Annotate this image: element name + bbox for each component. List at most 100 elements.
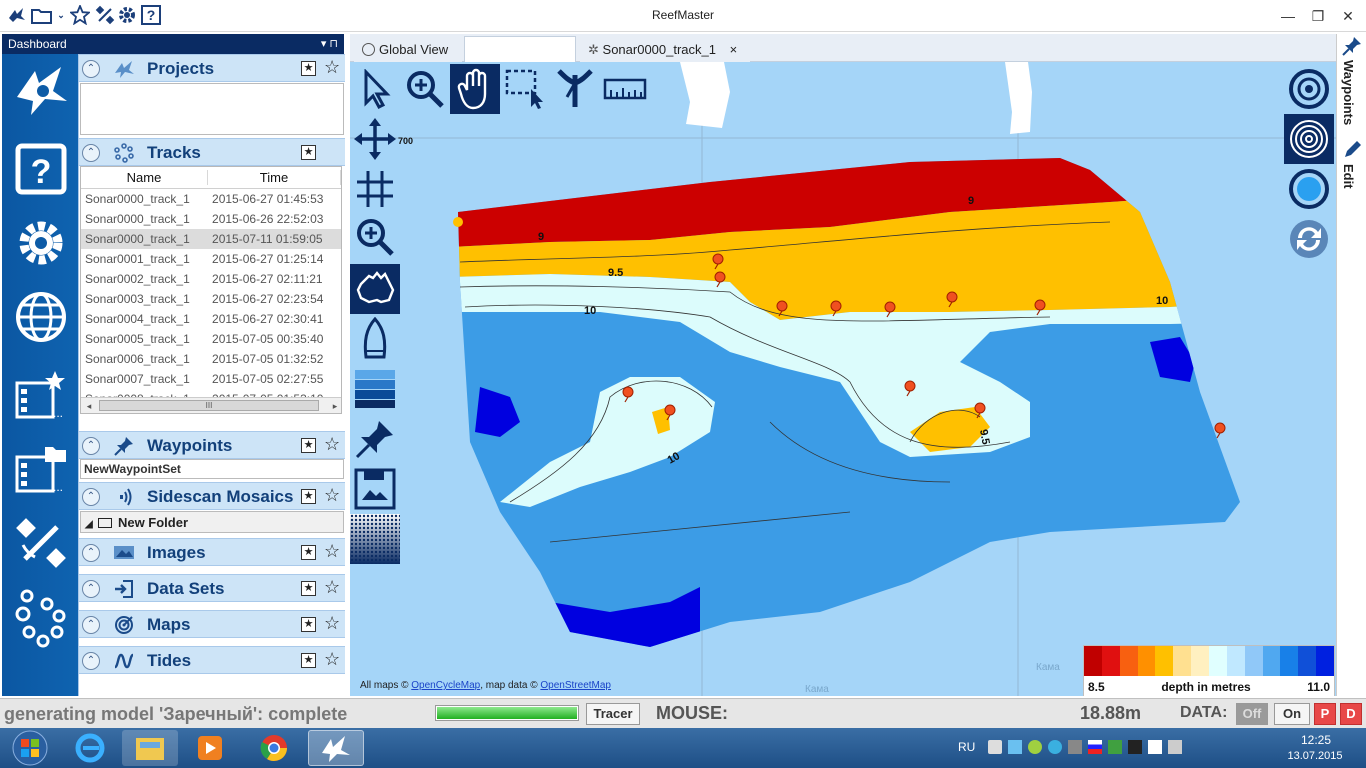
add-waypoint-button[interactable]: ★ bbox=[301, 438, 316, 453]
opencyclemap-link[interactable]: OpenCycleMap bbox=[411, 680, 480, 691]
collapse-button[interactable]: ⌃ bbox=[82, 437, 100, 455]
shading-tool[interactable] bbox=[350, 514, 400, 564]
add-tide-button[interactable]: ★ bbox=[301, 653, 316, 668]
clock-date[interactable]: 13.07.2015 bbox=[1280, 750, 1350, 762]
waypoints-side-tab[interactable]: Waypoints bbox=[1341, 60, 1356, 125]
file-explorer-icon[interactable] bbox=[122, 730, 178, 766]
map-view[interactable]: 9 9 9.5 10 10 10 9.5 700 Кама Кама All m… bbox=[350, 62, 1336, 696]
table-row[interactable]: Sonar0004_track_1 2015-06-27 02:30:41 bbox=[81, 309, 341, 329]
scroll-left-icon[interactable]: ◂ bbox=[81, 398, 97, 413]
horizontal-scrollbar[interactable]: ◂ III ▸ bbox=[81, 397, 341, 413]
maps-panel-header[interactable]: ⌃ Maps ★ ☆ bbox=[79, 610, 345, 638]
datasets-panel-header[interactable]: ⌃ Data Sets ★ ☆ bbox=[79, 574, 345, 602]
tracer-button[interactable]: Tracer bbox=[586, 703, 640, 725]
favorite-star-icon[interactable]: ☆ bbox=[324, 485, 340, 506]
add-dataset-button[interactable]: ★ bbox=[301, 581, 316, 596]
table-row[interactable]: Sonar0001_track_1 2015-06-27 01:25:14 bbox=[81, 249, 341, 269]
language-indicator[interactable]: RU bbox=[958, 740, 975, 754]
satellite-icon[interactable] bbox=[10, 512, 72, 574]
add-sidescan-button[interactable]: ★ bbox=[301, 489, 316, 504]
add-project-button[interactable]: ★ bbox=[301, 61, 316, 76]
reefmaster-taskbar-icon[interactable] bbox=[308, 730, 364, 766]
openstreetmap-link[interactable]: OpenStreetMap bbox=[540, 680, 611, 691]
clock-time[interactable]: 12:25 bbox=[1286, 733, 1346, 747]
collapse-button[interactable]: ⌃ bbox=[82, 544, 100, 562]
table-row[interactable]: Sonar0005_track_1 2015-07-05 00:35:40 bbox=[81, 329, 341, 349]
maximize-button[interactable]: ❐ bbox=[1306, 6, 1330, 26]
scroll-right-icon[interactable]: ▸ bbox=[327, 398, 341, 413]
system-tray-icons[interactable] bbox=[988, 740, 1188, 756]
tab-sonar-track[interactable]: ✲ Sonar0000_track_1 × bbox=[580, 36, 750, 62]
reefmaster-logo-icon[interactable] bbox=[10, 60, 72, 122]
minimize-button[interactable]: — bbox=[1276, 6, 1300, 26]
data-on-button[interactable]: On bbox=[1274, 703, 1310, 725]
media-player-icon[interactable] bbox=[182, 730, 238, 766]
table-row[interactable]: Sonar0000_track_1 2015-06-27 01:45:53 bbox=[81, 189, 341, 209]
favorite-star-icon[interactable]: ☆ bbox=[324, 541, 340, 562]
collapse-button[interactable]: ⌃ bbox=[82, 616, 100, 634]
data-off-button[interactable]: Off bbox=[1236, 703, 1268, 725]
collapse-button[interactable]: ⌃ bbox=[82, 652, 100, 670]
edit-side-tab[interactable]: Edit bbox=[1341, 164, 1356, 189]
zoom-tool[interactable] bbox=[350, 212, 400, 262]
ruler-tool[interactable] bbox=[600, 64, 650, 114]
save-image-tool[interactable] bbox=[350, 464, 400, 514]
boat-tool[interactable] bbox=[350, 314, 400, 364]
favorite-list-icon[interactable]: ... bbox=[10, 364, 72, 426]
tracks-dots-icon[interactable] bbox=[10, 586, 72, 648]
pin-icon[interactable]: ▾ ⊓ bbox=[321, 34, 338, 54]
target-view-tool[interactable] bbox=[1284, 64, 1334, 114]
add-track-button[interactable]: ★ bbox=[301, 145, 316, 160]
zoom-in-tool[interactable] bbox=[400, 64, 450, 114]
collapse-button[interactable]: ⌃ bbox=[82, 60, 100, 78]
favorite-star-icon[interactable]: ☆ bbox=[324, 613, 340, 634]
expand-arrow-icon[interactable]: ◢ bbox=[85, 519, 93, 530]
tracks-panel-header[interactable]: ⌃ Tracks ★ bbox=[79, 138, 345, 166]
pan-hand-tool[interactable] bbox=[450, 64, 500, 114]
table-row[interactable]: Sonar0006_track_1 2015-07-05 01:32:52 bbox=[81, 349, 341, 369]
collapse-button[interactable]: ⌃ bbox=[82, 144, 100, 162]
chrome-icon[interactable] bbox=[246, 730, 302, 766]
d-button[interactable]: D bbox=[1340, 703, 1362, 725]
collapse-button[interactable]: ⌃ bbox=[82, 580, 100, 598]
close-window-button[interactable]: ✕ bbox=[1336, 6, 1360, 26]
p-button[interactable]: P bbox=[1314, 703, 1336, 725]
tab-global-view[interactable]: Global View bbox=[354, 36, 462, 62]
blue-circle-tool[interactable] bbox=[1284, 164, 1334, 214]
favorite-star-icon[interactable]: ☆ bbox=[324, 57, 340, 78]
table-row[interactable]: Sonar0002_track_1 2015-06-27 02:11:21 bbox=[81, 269, 341, 289]
add-image-button[interactable]: ★ bbox=[301, 545, 316, 560]
folder-item[interactable]: ◢ New Folder bbox=[80, 511, 344, 533]
pushpin-icon[interactable] bbox=[1342, 36, 1362, 61]
waypoints-panel-header[interactable]: ⌃ Waypoints ★ ☆ bbox=[79, 431, 345, 459]
depth-map[interactable]: 9 9 9.5 10 10 10 9.5 700 Кама Кама bbox=[350, 62, 1336, 696]
column-header-time[interactable]: Time bbox=[208, 170, 341, 185]
start-button[interactable] bbox=[0, 730, 60, 766]
close-tab-icon[interactable]: × bbox=[730, 42, 738, 57]
sidescan-panel-header[interactable]: ⌃ Sidescan Mosaics ★ ☆ bbox=[79, 482, 345, 510]
settings-gear-icon[interactable] bbox=[10, 212, 72, 274]
scroll-thumb[interactable]: III bbox=[99, 400, 319, 411]
transducer-tool[interactable] bbox=[550, 64, 600, 114]
table-row[interactable]: Sonar0003_track_1 2015-06-27 02:23:54 bbox=[81, 289, 341, 309]
move-arrows-tool[interactable] bbox=[350, 114, 400, 164]
grid-tool[interactable] bbox=[350, 164, 400, 214]
favorite-star-icon[interactable]: ☆ bbox=[324, 434, 340, 455]
sonar-rings-tool[interactable] bbox=[1284, 114, 1334, 164]
table-row[interactable]: Sonar0000_track_1 2015-07-11 01:59:05 bbox=[81, 229, 341, 249]
internet-explorer-icon[interactable] bbox=[62, 730, 118, 766]
table-row[interactable]: Sonar0007_track_1 2015-07-05 02:27:55 bbox=[81, 369, 341, 389]
images-panel-header[interactable]: ⌃ Images ★ ☆ bbox=[79, 538, 345, 566]
tab-unnamed[interactable] bbox=[464, 36, 576, 62]
box-select-tool[interactable] bbox=[500, 64, 550, 114]
collapse-button[interactable]: ⌃ bbox=[82, 488, 100, 506]
globe-icon[interactable] bbox=[10, 286, 72, 348]
sync-tool[interactable] bbox=[1284, 214, 1334, 264]
table-row[interactable]: Sonar0000_track_1 2015-06-26 22:52:03 bbox=[81, 209, 341, 229]
tides-panel-header[interactable]: ⌃ Tides ★ ☆ bbox=[79, 646, 345, 674]
select-arrow-tool[interactable] bbox=[350, 64, 400, 114]
favorite-star-icon[interactable]: ☆ bbox=[324, 577, 340, 598]
australia-map-tool[interactable] bbox=[350, 264, 400, 314]
column-header-name[interactable]: Name bbox=[81, 170, 209, 185]
add-map-button[interactable]: ★ bbox=[301, 617, 316, 632]
